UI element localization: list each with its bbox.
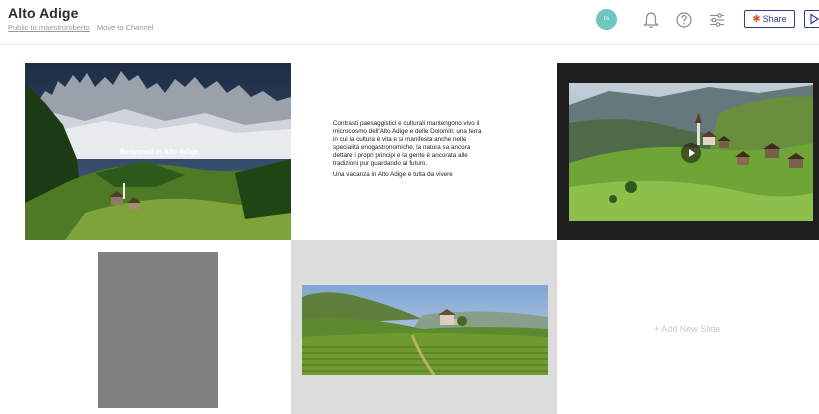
vineyard-landscape-image	[302, 285, 548, 375]
top-bar: Alto Adige Public to maestroroberto Move…	[0, 0, 819, 45]
share-label: Share	[762, 14, 787, 24]
slide-4[interactable]	[25, 240, 291, 414]
slide-5[interactable]	[291, 240, 557, 414]
slide-2[interactable]: Contrasti paesaggistici e culturali mant…	[291, 63, 557, 240]
slide-3[interactable]	[557, 63, 819, 240]
slide-2-line: tradizioni pur guardando al futuro.	[333, 160, 428, 167]
page-title: Alto Adige	[8, 5, 79, 21]
deck-meta: Public to maestroroberto Move to Channel	[8, 23, 154, 32]
play-circle-icon[interactable]	[680, 142, 702, 164]
slide-2-line: Contrasti paesaggistici e culturali mant…	[333, 120, 480, 127]
slide-2-line: specialità enogastronomiche, la natura s…	[333, 144, 471, 151]
question-circle-icon[interactable]	[674, 10, 694, 30]
share-button[interactable]: ✱ Share	[744, 10, 795, 28]
public-visibility-link[interactable]: Public to maestroroberto	[8, 23, 90, 32]
slide-2-paragraph: Contrasti paesaggistici e culturali mant…	[333, 120, 482, 179]
slide-2-line: dettare i propri principi e la gente è a…	[333, 152, 468, 159]
move-to-channel-link[interactable]: Move to Channel	[97, 23, 154, 32]
slack-logo-icon: ✱	[752, 14, 761, 25]
avatar[interactable]: rs	[596, 9, 617, 30]
slide-2-line: microcosmo dell'Alto Adige e delle Dolom…	[333, 128, 482, 135]
add-new-slide-tile[interactable]: + Add New Slide	[557, 240, 819, 414]
bell-icon[interactable]	[641, 10, 661, 30]
sliders-icon[interactable]	[707, 10, 727, 30]
slide-2-line: in cui la cultura è vita e si manifesta …	[333, 136, 467, 143]
add-new-slide-label: + Add New Slide	[654, 324, 721, 334]
image-placeholder	[98, 252, 218, 408]
slide-1-caption: Benvenuti in Alto Adige	[120, 149, 199, 156]
slide-2-tagline: Una vacanza in Alto Adige è tutta da viv…	[333, 171, 453, 178]
present-button[interactable]	[804, 10, 819, 28]
slide-1[interactable]: Benvenuti in Alto Adige	[25, 63, 291, 240]
play-icon	[810, 13, 819, 25]
